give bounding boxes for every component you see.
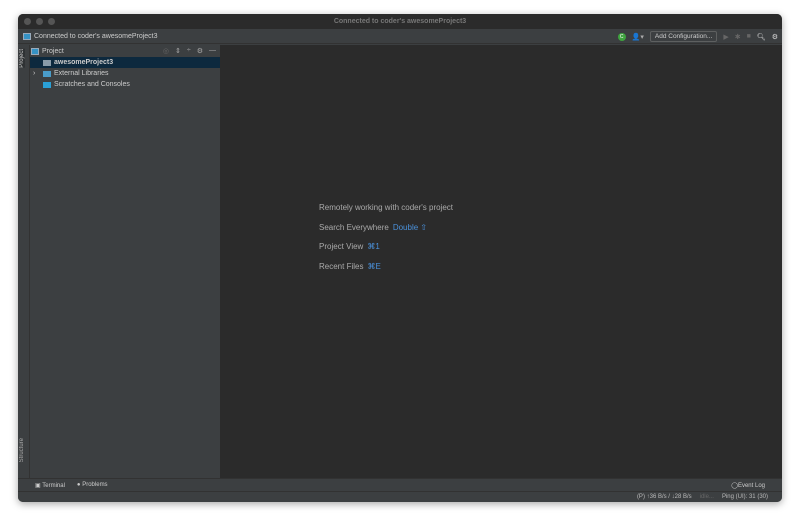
project-icon: [23, 32, 31, 40]
shortcut: ⌘1: [367, 242, 380, 251]
user-menu-icon[interactable]: 👤▾: [632, 33, 644, 41]
status-bar: (P) ↑36 B/s / ↓28 B/s idle... Ping (UI):…: [18, 491, 782, 502]
connection-status-icon[interactable]: C: [617, 32, 626, 41]
scratches-icon: [43, 81, 51, 88]
ping-indicator[interactable]: Ping (UI): 31 (30): [722, 494, 768, 500]
tab-problems[interactable]: ● Problems: [77, 482, 108, 488]
hint-project-view: Project View ⌘1: [319, 242, 380, 251]
tab-structure[interactable]: Structure: [19, 438, 25, 462]
remote-heading: Remotely working with coder's project: [319, 203, 454, 212]
tree-item-external-libraries[interactable]: › External Libraries: [30, 68, 220, 79]
tree-item-label: Scratches and Consoles: [54, 81, 130, 88]
chevron-right-icon[interactable]: ›: [33, 70, 43, 77]
navigation-toolbar: Connected to coder's awesomeProject3 C 👤…: [18, 29, 782, 44]
add-configuration-button[interactable]: Add Configuration...: [649, 31, 718, 42]
bottom-tool-bar: ▣ Terminal ● Problems ◯Event Log: [18, 478, 782, 491]
collapse-all-icon[interactable]: ÷: [187, 47, 191, 55]
hint-recent-files: Recent Files ⌘E: [319, 261, 381, 271]
project-panel-title[interactable]: Project: [42, 48, 64, 55]
breadcrumb[interactable]: Connected to coder's awesomeProject3: [34, 33, 158, 40]
shortcut: Double ⇧: [392, 222, 428, 232]
editor-area: Remotely working with coder's project Se…: [221, 45, 782, 478]
idle-indicator: idle...: [699, 494, 714, 500]
tab-event-log[interactable]: ◯Event Log: [731, 482, 765, 489]
expand-all-icon[interactable]: ⇕: [175, 47, 181, 55]
minimize-button[interactable]: [36, 18, 43, 25]
hide-icon[interactable]: —: [209, 47, 216, 55]
window-controls[interactable]: [24, 18, 55, 25]
run-icon[interactable]: ▶: [723, 33, 728, 41]
ide-window: Connected to coder's awesomeProject3 Con…: [18, 14, 782, 502]
shortcut: ⌘E: [367, 261, 381, 271]
folder-icon: [43, 59, 51, 66]
project-panel: Project ◎ ⇕ ÷ ⚙ — awesomeProject3 › Exter…: [30, 45, 221, 478]
gear-icon[interactable]: ⚙: [197, 47, 203, 55]
zoom-button[interactable]: [48, 18, 55, 25]
tab-terminal[interactable]: ▣ Terminal: [35, 482, 65, 489]
window-title: Connected to coder's awesomeProject3: [333, 18, 467, 25]
hint-search-everywhere: Search Everywhere Double ⇧: [319, 222, 428, 232]
empty-editor-hints: Remotely working with coder's project Se…: [319, 198, 453, 276]
gear-icon[interactable]: ⚙: [772, 33, 778, 41]
library-icon: [43, 70, 51, 77]
left-tool-stripe: Project Structure: [18, 45, 30, 478]
tree-item-label: External Libraries: [54, 70, 109, 77]
tab-project[interactable]: Project: [19, 49, 25, 68]
tree-item-project[interactable]: awesomeProject3: [30, 57, 220, 68]
project-icon: [31, 47, 39, 55]
search-icon[interactable]: 🔍︎: [757, 33, 766, 41]
title-bar: Connected to coder's awesomeProject3: [18, 14, 782, 29]
locate-icon[interactable]: ◎: [163, 47, 169, 55]
project-panel-header: Project ◎ ⇕ ÷ ⚙ —: [30, 45, 220, 57]
event-log-icon: ◯: [731, 482, 738, 489]
tree-item-scratches[interactable]: Scratches and Consoles: [30, 79, 220, 90]
traffic-indicator: (P) ↑36 B/s / ↓28 B/s: [636, 494, 692, 500]
stop-icon[interactable]: ■: [747, 33, 751, 40]
debug-icon[interactable]: ✱: [735, 33, 741, 41]
tree-item-label: awesomeProject3: [54, 59, 114, 66]
close-button[interactable]: [24, 18, 31, 25]
